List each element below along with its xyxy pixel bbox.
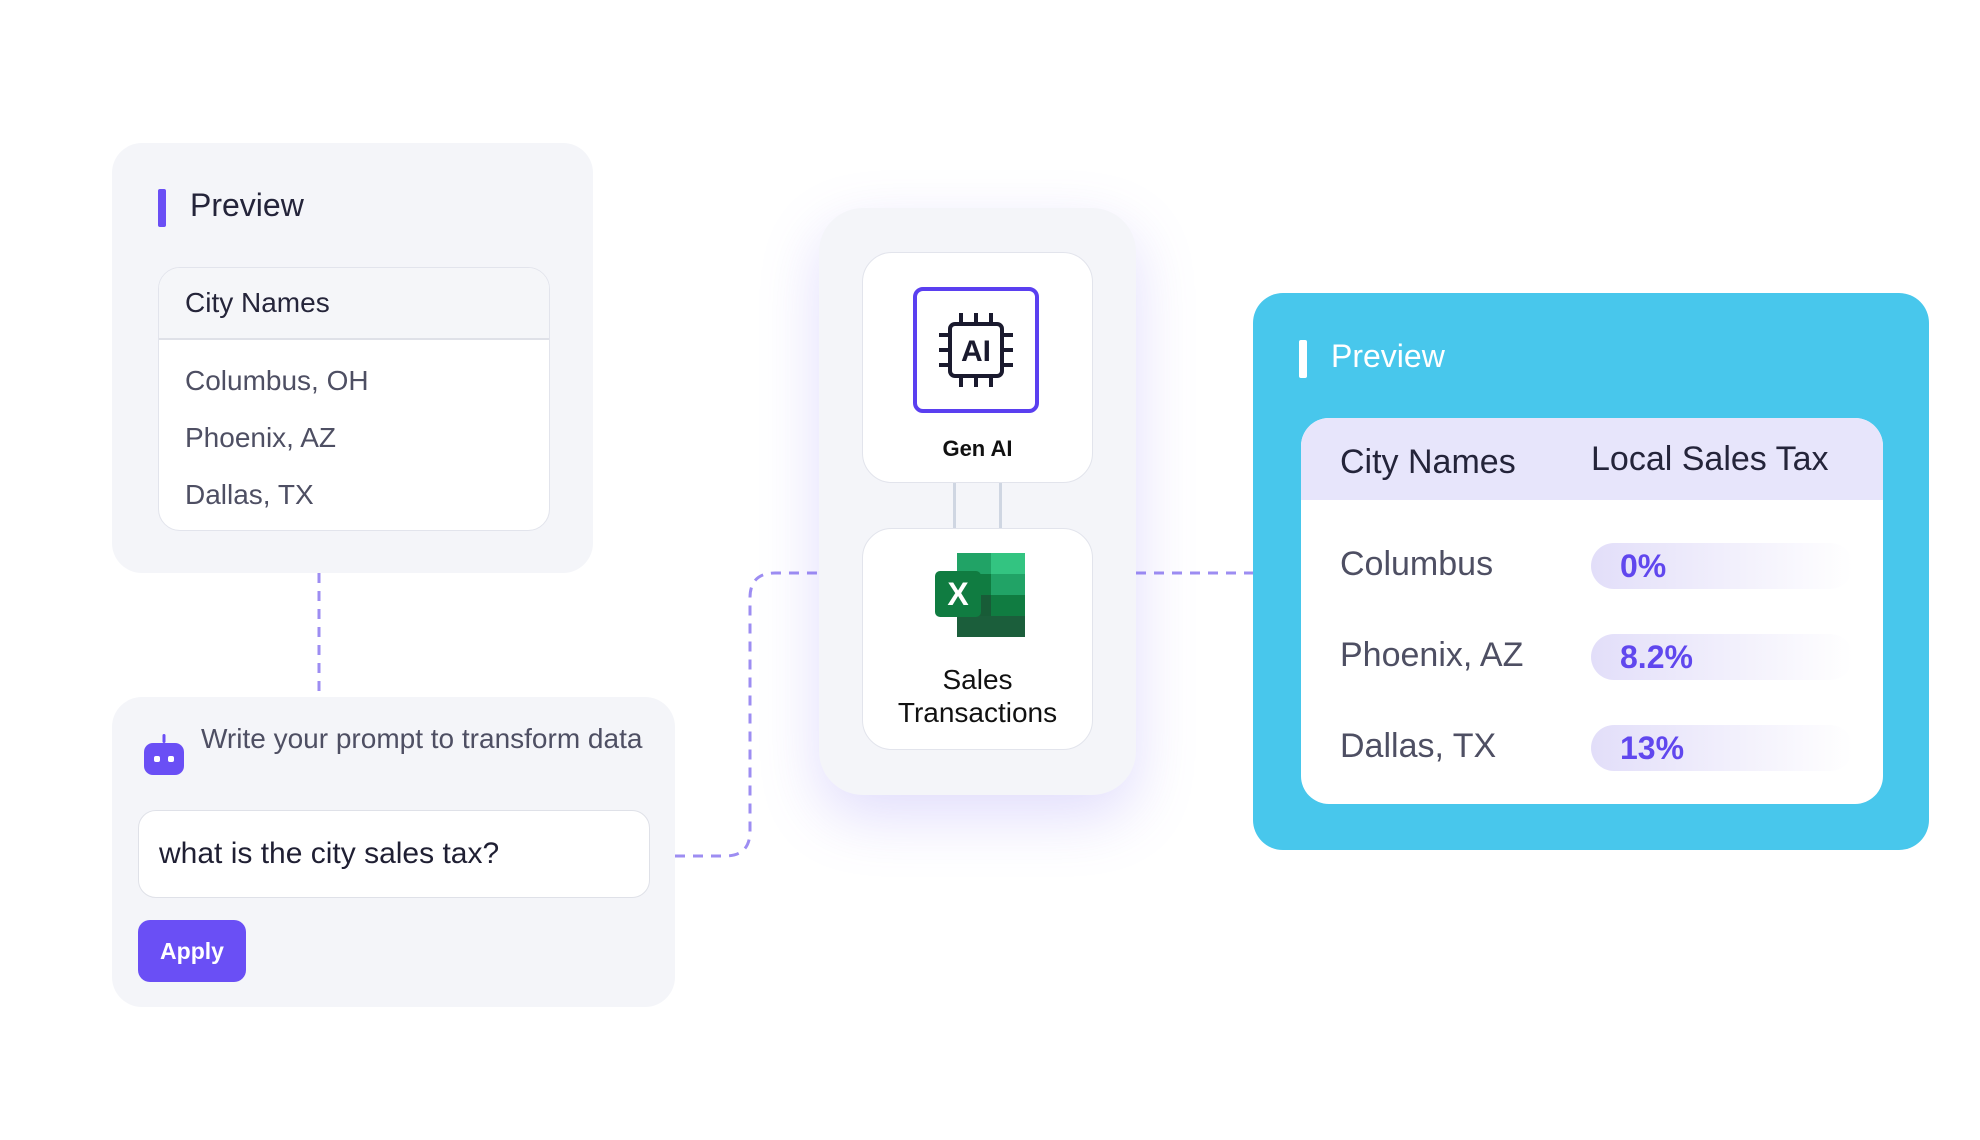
prompt-input[interactable]: what is the city sales tax? bbox=[138, 810, 650, 898]
preview-title: Preview bbox=[1331, 338, 1445, 374]
connector-prompt-to-pipeline bbox=[675, 571, 819, 858]
city-names-table: City Names Columbus, OH Phoenix, AZ Dall… bbox=[158, 267, 550, 531]
excel-letter: X bbox=[947, 576, 969, 612]
header-local-sales-tax: Local Sales Tax bbox=[1591, 440, 1829, 478]
prompt-card: Write your prompt to transform data what… bbox=[112, 697, 675, 1007]
table-header-row: City Names Local Sales Tax bbox=[1301, 418, 1883, 500]
ai-chip-icon: AI bbox=[913, 287, 1039, 413]
row-city: Columbus bbox=[1340, 545, 1494, 583]
table-row: Dallas, TX 13% bbox=[1301, 719, 1883, 779]
ai-chip-text: AI bbox=[961, 335, 991, 368]
row-tax: 8.2% bbox=[1620, 639, 1693, 675]
tax-pill: 8.2% bbox=[1591, 634, 1853, 680]
input-preview-card: Preview City Names Columbus, OH Phoenix,… bbox=[112, 143, 593, 573]
table-row: Phoenix, AZ 8.2% bbox=[1301, 628, 1883, 688]
table-row: Dallas, TX bbox=[185, 478, 314, 510]
tax-pill: 13% bbox=[1591, 725, 1853, 771]
sales-transactions-node[interactable]: X Sales Transactions bbox=[862, 528, 1093, 750]
row-tax: 0% bbox=[1620, 548, 1667, 584]
preview-accent-bar bbox=[158, 189, 166, 227]
output-preview-card: Preview City Names Local Sales Tax Colum… bbox=[1253, 293, 1929, 850]
table-row: Columbus, OH bbox=[185, 364, 369, 396]
preview-title: Preview bbox=[190, 187, 304, 223]
node-link-line bbox=[953, 483, 956, 528]
sales-transactions-label: Sales Transactions bbox=[897, 664, 1058, 728]
robot-icon bbox=[144, 734, 184, 775]
table-row: Columbus 0% bbox=[1301, 537, 1883, 597]
gen-ai-label: Gen AI bbox=[942, 436, 1013, 461]
prompt-label: Write your prompt to transform data bbox=[201, 723, 643, 754]
excel-icon: X bbox=[935, 553, 1025, 637]
row-city: Dallas, TX bbox=[1340, 727, 1497, 765]
tax-pill: 0% bbox=[1591, 543, 1853, 589]
row-city: Phoenix, AZ bbox=[1340, 636, 1524, 674]
sales-tax-table: City Names Local Sales Tax Columbus 0% P… bbox=[1301, 418, 1883, 804]
preview-accent-bar bbox=[1299, 340, 1307, 378]
table-header: City Names bbox=[159, 268, 549, 340]
table-row: Phoenix, AZ bbox=[185, 421, 336, 453]
apply-button[interactable]: Apply bbox=[138, 920, 246, 982]
node-link-line bbox=[999, 483, 1002, 528]
header-city-names: City Names bbox=[1340, 443, 1516, 481]
pipeline-panel: AI Gen AI X Sales Transactions bbox=[819, 208, 1136, 795]
gen-ai-node[interactable]: AI Gen AI bbox=[862, 252, 1093, 483]
row-tax: 13% bbox=[1620, 730, 1685, 766]
